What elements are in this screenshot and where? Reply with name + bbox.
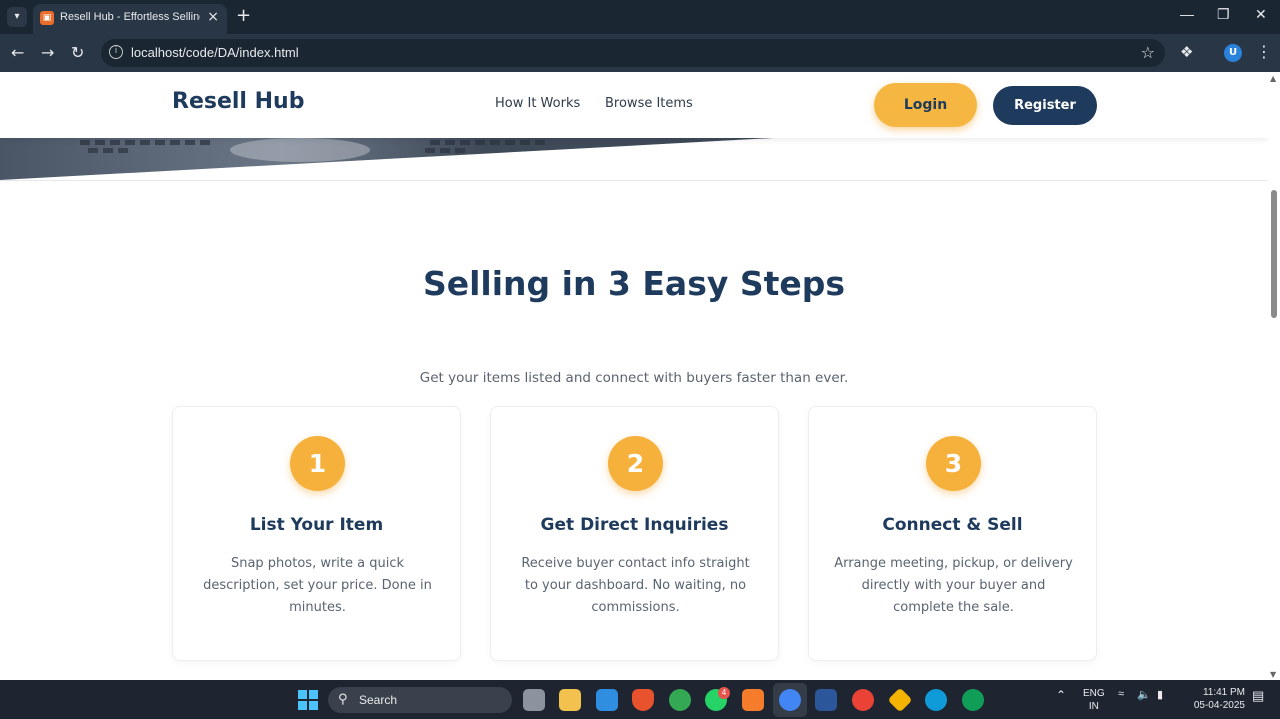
edge-icon[interactable] [925, 689, 947, 711]
browser-tab[interactable]: ▣ Resell Hub - Effortless Selling, D × [33, 4, 227, 34]
step-card: 2 Get Direct Inquiries Receive buyer con… [490, 406, 779, 661]
step-number-badge: 3 [926, 436, 981, 491]
page-scrollbar[interactable]: ▲ ▼ [1268, 72, 1280, 680]
login-button[interactable]: Login [874, 83, 977, 127]
region-code: IN [1088, 701, 1099, 712]
windows-taskbar: ⚲ Search 4 ⌃ ENG IN ≈ 🔈 ▮ 11:41 PM 05-04… [0, 680, 1280, 719]
back-icon[interactable]: ← [11, 43, 24, 62]
step-description: Receive buyer contact info straight to y… [521, 556, 750, 615]
tab-title: Resell Hub - Effortless Selling, D [60, 11, 200, 23]
forward-icon[interactable]: → [41, 43, 54, 62]
site-logo[interactable]: Resell Hub [172, 89, 304, 114]
reload-icon[interactable]: ↻ [71, 43, 84, 62]
step-title: Get Direct Inquiries [540, 515, 729, 535]
section-divider [0, 180, 1268, 181]
git-icon[interactable] [887, 687, 913, 713]
task-view-icon[interactable] [523, 689, 545, 711]
browser-tab-strip: ▾ ▣ Resell Hub - Effortless Selling, D ×… [0, 0, 1280, 34]
brave-browser-icon[interactable] [632, 689, 654, 711]
vscode-icon[interactable] [596, 689, 618, 711]
site-info-icon[interactable]: i [109, 45, 123, 59]
step-title: List Your Item [249, 515, 384, 535]
step-title: Connect & Sell [882, 515, 1023, 535]
clock-date: 05-04-2025 [1193, 700, 1245, 711]
windows-start-icon[interactable] [298, 690, 318, 710]
scroll-up-arrow-icon[interactable]: ▲ [1270, 74, 1276, 83]
word-icon[interactable] [815, 689, 837, 711]
chrome-profile-k-icon[interactable] [852, 689, 874, 711]
taskbar-search[interactable]: ⚲ Search [328, 687, 512, 713]
notifications-icon[interactable]: ▤ [1252, 688, 1264, 704]
url-text[interactable]: localhost/code/DA/index.html [131, 45, 299, 60]
nav-how-it-works[interactable]: How It Works [495, 96, 580, 111]
clock[interactable]: 11:41 PM 05-04-2025 [1183, 686, 1245, 712]
step-number-badge: 1 [290, 436, 345, 491]
chrome-profile-alt-icon[interactable] [962, 689, 984, 711]
step-description: Snap photos, write a quick description, … [203, 556, 432, 615]
section-title: Selling in 3 Easy Steps [422, 264, 846, 303]
tab-close-icon[interactable]: × [207, 9, 219, 25]
scroll-down-arrow-icon[interactable]: ▼ [1270, 670, 1276, 679]
taskbar-search-label: Search [359, 693, 398, 707]
address-bar[interactable]: i localhost/code/DA/index.html ☆ [101, 39, 1165, 67]
step-card: 3 Connect & Sell Arrange meeting, pickup… [808, 406, 1097, 661]
file-explorer-icon[interactable] [559, 689, 581, 711]
extensions-icon[interactable]: ❖ [1180, 43, 1193, 61]
site-favicon-icon: ▣ [40, 11, 54, 25]
step-card: 1 List Your Item Snap photos, write a qu… [172, 406, 461, 661]
bookmark-star-icon[interactable]: ☆ [1141, 43, 1155, 62]
language-code: ENG [1083, 688, 1105, 699]
tab-search-button[interactable]: ▾ [7, 7, 27, 27]
language-indicator[interactable]: ENG IN [1083, 687, 1105, 713]
browser-toolbar: ← → ↻ i localhost/code/DA/index.html ☆ ❖… [0, 34, 1280, 72]
volume-muted-icon[interactable]: 🔈 [1137, 688, 1151, 701]
profile-avatar[interactable]: U [1224, 44, 1242, 62]
whatsapp-badge: 4 [718, 687, 730, 699]
section-subtitle: Get your items listed and connect with b… [419, 370, 849, 386]
step-number-badge: 2 [608, 436, 663, 491]
page-viewport: Resell Hub How It Works Browse Items Log… [0, 72, 1268, 680]
new-tab-icon[interactable]: + [236, 5, 251, 26]
xampp-icon[interactable] [742, 689, 764, 711]
site-header: Resell Hub How It Works Browse Items Log… [0, 72, 1268, 138]
minimize-icon[interactable]: — [1180, 6, 1194, 22]
clock-time: 11:41 PM [1202, 687, 1245, 698]
maximize-icon[interactable]: ❐ [1217, 6, 1230, 23]
step-description: Arrange meeting, pickup, or delivery dir… [834, 556, 1073, 615]
register-button[interactable]: Register [993, 86, 1097, 125]
search-icon: ⚲ [338, 692, 348, 707]
show-hidden-icons-chevron-icon[interactable]: ⌃ [1056, 688, 1066, 702]
browser-menu-icon[interactable]: ⋮ [1256, 42, 1272, 61]
hero-image-bottom [0, 136, 810, 180]
chrome-icon[interactable] [669, 689, 691, 711]
scroll-thumb[interactable] [1271, 190, 1277, 318]
nav-browse-items[interactable]: Browse Items [605, 96, 693, 111]
wifi-icon[interactable]: ≈ [1118, 688, 1124, 700]
battery-icon[interactable]: ▮ [1157, 688, 1163, 701]
close-window-icon[interactable]: ✕ [1255, 6, 1267, 23]
chrome-profile-icon[interactable] [779, 689, 801, 711]
